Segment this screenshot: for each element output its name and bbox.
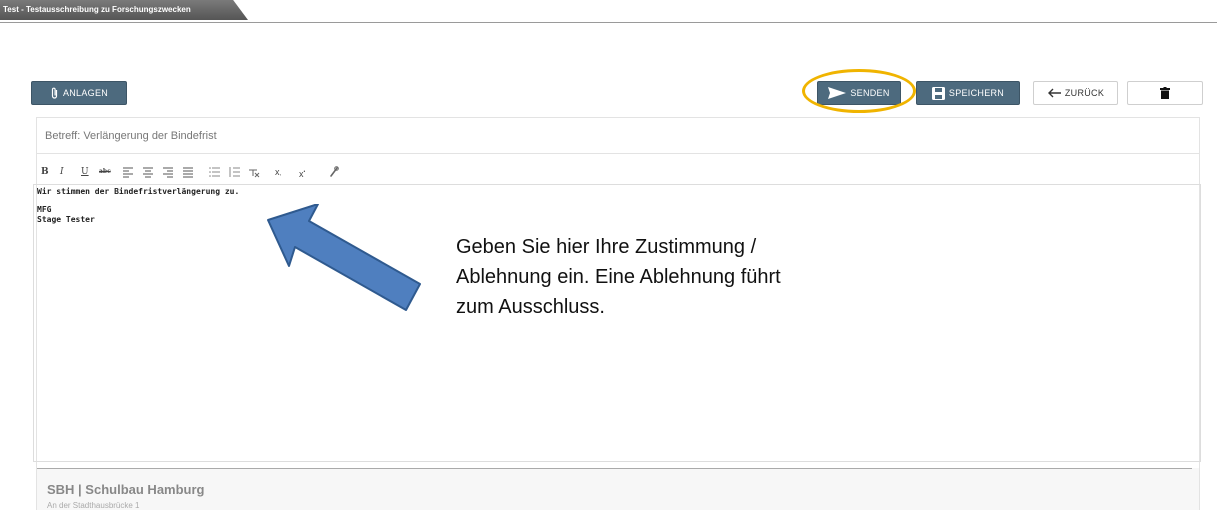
save-button[interactable]: SPEICHERN	[916, 81, 1020, 105]
send-icon	[828, 87, 847, 99]
arrow-left-icon	[1047, 88, 1061, 98]
delete-button[interactable]	[1127, 81, 1203, 105]
signature-divider	[37, 468, 1192, 469]
underline-button[interactable]: U	[81, 162, 89, 182]
subject-field[interactable]: Betreff: Verlängerung der Bindefrist	[37, 118, 1199, 154]
clear-format-icon[interactable]	[249, 162, 260, 182]
align-left-icon[interactable]	[123, 162, 133, 182]
body-line: Wir stimmen der Bindefristverlängerung z…	[37, 187, 240, 196]
send-label: SENDEN	[850, 88, 890, 98]
attachments-button[interactable]: ANLAGEN	[31, 81, 127, 105]
subscript-button[interactable]: x,	[275, 162, 281, 182]
message-body[interactable]: Wir stimmen der Bindefristverlängerung z…	[33, 184, 1201, 462]
signature-address: An der Stadthausbrücke 1	[47, 501, 140, 510]
align-right-icon[interactable]	[163, 162, 173, 182]
superscript-button[interactable]: x•	[299, 162, 305, 182]
italic-button[interactable]: I	[60, 162, 64, 182]
link-icon[interactable]	[329, 162, 339, 182]
document-tab[interactable]: Test - Testausschreibung zu Forschungszw…	[0, 0, 248, 20]
superscript-mark: •	[303, 169, 306, 175]
page: Test - Testausschreibung zu Forschungszw…	[0, 0, 1217, 510]
floppy-disk-icon	[931, 86, 945, 100]
body-line: Stage Tester	[37, 215, 95, 224]
annotation-text: Geben Sie hier Ihre Zustimmung / Ablehnu…	[456, 236, 781, 318]
back-label: ZURÜCK	[1064, 88, 1105, 98]
numbered-list-icon[interactable]	[229, 162, 240, 182]
paperclip-icon	[50, 87, 59, 100]
save-label: SPEICHERN	[948, 88, 1005, 98]
pointer-arrow-icon	[267, 204, 421, 311]
strikethrough-button[interactable]: abc	[99, 162, 111, 182]
body-line: MFG	[37, 205, 52, 214]
format-toolbar: B I U abc x, x•	[37, 162, 1199, 182]
tab-strip: Test - Testausschreibung zu Forschungszw…	[0, 0, 1217, 23]
back-button[interactable]: ZURÜCK	[1033, 81, 1118, 105]
align-center-icon[interactable]	[143, 162, 153, 182]
align-justify-icon[interactable]	[183, 162, 193, 182]
trash-icon	[1160, 87, 1170, 99]
signature-block: SBH | Schulbau Hamburg An der Stadthausb…	[37, 468, 1199, 510]
send-button[interactable]: SENDEN	[817, 81, 901, 105]
bold-button[interactable]: B	[41, 162, 49, 182]
subscript-mark: ,	[279, 171, 282, 177]
attachments-label: ANLAGEN	[62, 88, 109, 98]
signature-company: SBH | Schulbau Hamburg	[47, 482, 205, 497]
bullet-list-icon[interactable]	[209, 162, 220, 182]
